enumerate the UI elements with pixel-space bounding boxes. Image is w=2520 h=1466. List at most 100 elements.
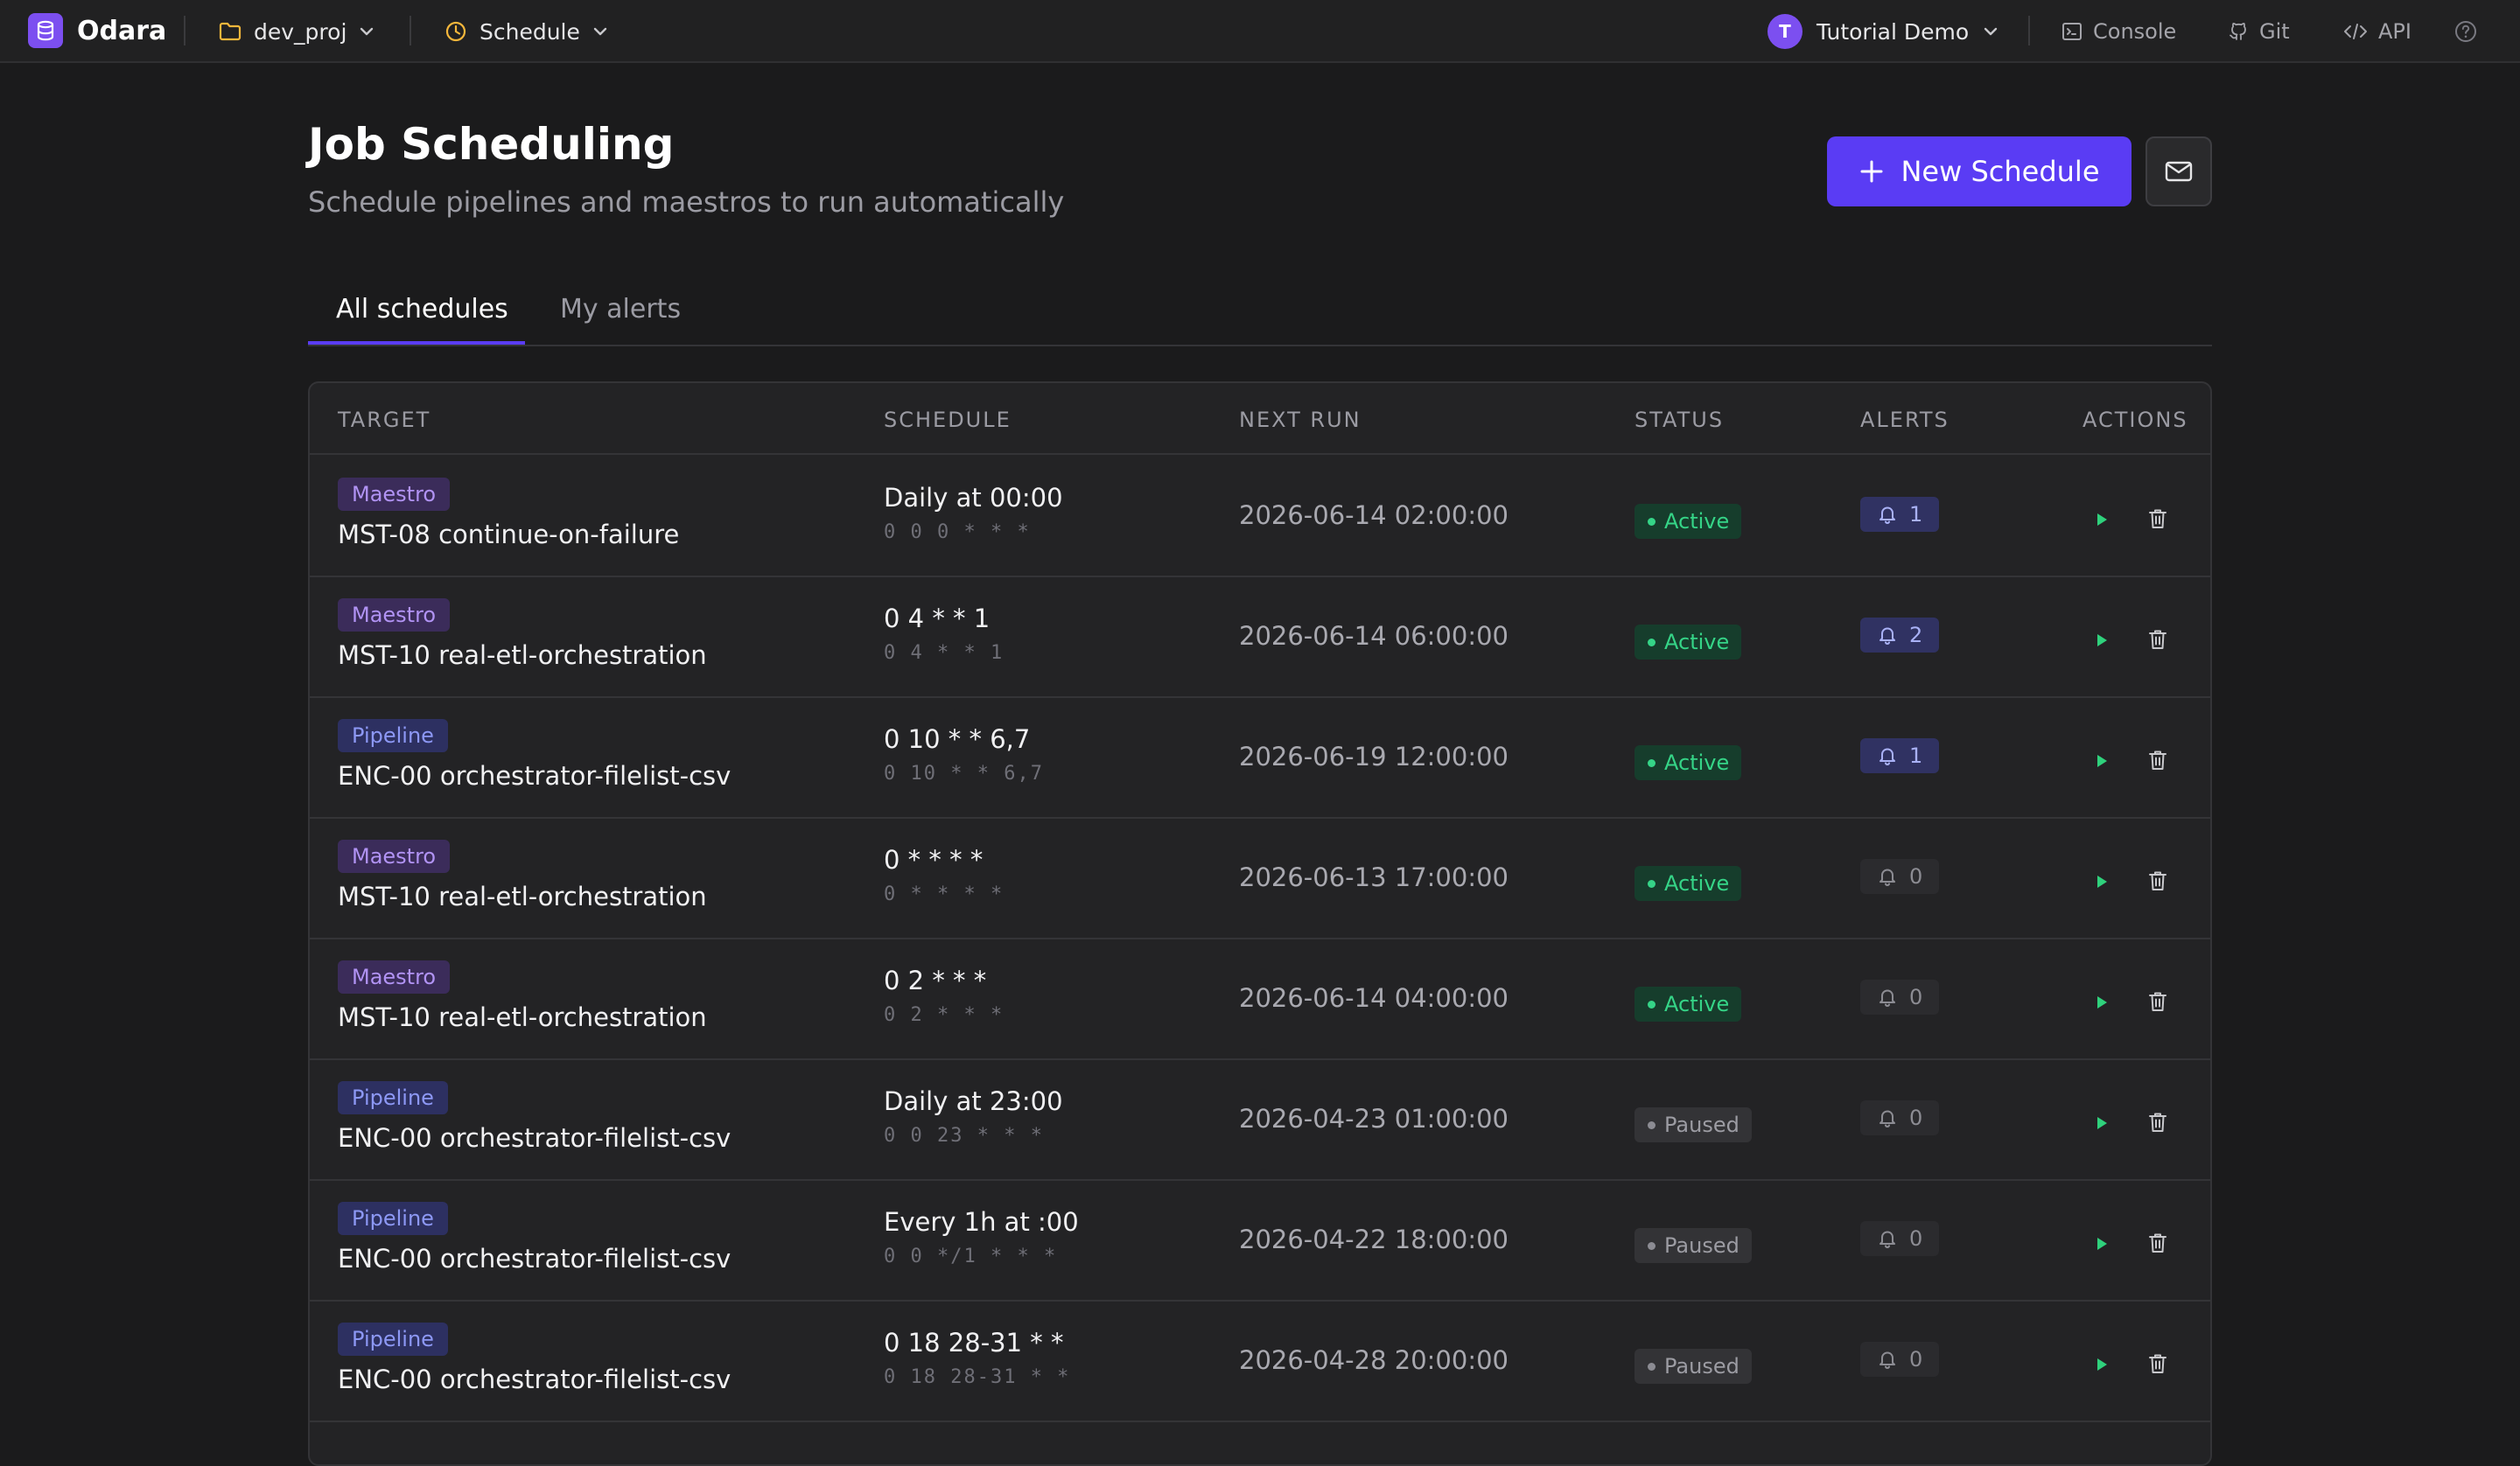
trash-icon bbox=[2147, 1352, 2168, 1375]
play-icon bbox=[2093, 631, 2110, 650]
status-badge[interactable]: Active bbox=[1634, 987, 1742, 1022]
delete-button[interactable] bbox=[2144, 625, 2172, 654]
status-badge[interactable]: Paused bbox=[1634, 1228, 1752, 1263]
status-badge[interactable]: Paused bbox=[1634, 1349, 1752, 1384]
tab-all-schedules[interactable]: All schedules bbox=[336, 294, 508, 325]
target-name[interactable]: ENC-00 orchestrator-filelist-csv bbox=[338, 1123, 731, 1153]
table-row[interactable]: Pipeline ENC-00 orchestrator-filelist-csv… bbox=[310, 1181, 2210, 1302]
status-badge[interactable]: Active bbox=[1634, 745, 1742, 780]
status-badge[interactable]: Paused bbox=[1634, 1107, 1752, 1142]
alert-count: 0 bbox=[1909, 1226, 1923, 1251]
delete-button[interactable] bbox=[2144, 987, 2172, 1016]
status-badge[interactable]: Active bbox=[1634, 866, 1742, 901]
target-type-badge: Pipeline bbox=[338, 1202, 448, 1235]
bell-icon bbox=[1878, 745, 1897, 766]
next-run-time: 2026-04-22 18:00:00 bbox=[1239, 1225, 1508, 1254]
bell-icon bbox=[1878, 987, 1897, 1008]
table-row[interactable]: Maestro MST-08 continue-on-failure Daily a… bbox=[310, 457, 2210, 577]
mail-button[interactable] bbox=[2146, 136, 2212, 206]
user-menu[interactable]: T Tutorial Demo bbox=[1768, 12, 1998, 51]
new-schedule-button[interactable]: New Schedule bbox=[1827, 136, 2132, 206]
column-header-next-run[interactable]: NEXT RUN bbox=[1239, 408, 1362, 432]
table-row[interactable]: Pipeline ENC-00 orchestrator-filelist-csv… bbox=[310, 1060, 2210, 1181]
chevron-down-icon bbox=[592, 26, 608, 37]
trash-icon bbox=[2147, 628, 2168, 651]
table-row[interactable]: Pipeline ENC-00 orchestrator-filelist-csv… bbox=[310, 1302, 2210, 1422]
delete-button[interactable] bbox=[2144, 1349, 2172, 1379]
trash-icon bbox=[2147, 507, 2168, 530]
divider bbox=[184, 16, 186, 45]
status-badge[interactable]: Active bbox=[1634, 504, 1742, 539]
delete-button[interactable] bbox=[2144, 745, 2172, 775]
database-icon bbox=[28, 13, 63, 48]
alerts-button[interactable]: 0 bbox=[1860, 1100, 1939, 1135]
table-row[interactable]: Maestro MST-10 real-etl-orchestration 0 4 … bbox=[310, 577, 2210, 698]
console-link[interactable]: Console bbox=[2062, 16, 2176, 47]
target-type-badge: Pipeline bbox=[338, 719, 448, 752]
schedule-label: 0 18 28-31 * * bbox=[884, 1328, 1064, 1358]
delete-button[interactable] bbox=[2144, 504, 2172, 534]
target-name[interactable]: MST-10 real-etl-orchestration bbox=[338, 1002, 707, 1032]
git-link[interactable]: Git bbox=[2228, 16, 2290, 47]
target-name[interactable]: MST-10 real-etl-orchestration bbox=[338, 640, 707, 670]
column-header-schedule[interactable]: SCHEDULE bbox=[884, 408, 1012, 432]
alerts-button[interactable]: 0 bbox=[1860, 1342, 1939, 1377]
column-header-status[interactable]: STATUS bbox=[1634, 408, 1724, 432]
help-button[interactable] bbox=[2454, 16, 2478, 47]
schedule-label: Every 1h at :00 bbox=[884, 1207, 1079, 1237]
play-icon bbox=[2093, 1234, 2110, 1253]
table-row[interactable]: Pipeline ENC-00 orchestrator-filelist-csv… bbox=[310, 698, 2210, 819]
mail-icon bbox=[2164, 159, 2194, 184]
project-name: dev_proj bbox=[254, 18, 347, 45]
table-row[interactable]: Maestro MST-10 real-etl-orchestration 0 2 … bbox=[310, 939, 2210, 1060]
schedule-label: Daily at 23:00 bbox=[884, 1086, 1063, 1116]
next-run-time: 2026-06-14 06:00:00 bbox=[1239, 621, 1508, 651]
target-name[interactable]: MST-10 real-etl-orchestration bbox=[338, 882, 707, 911]
run-now-button[interactable] bbox=[2088, 1230, 2116, 1258]
run-now-button[interactable] bbox=[2088, 1109, 2116, 1137]
trash-icon bbox=[2147, 1232, 2168, 1254]
active-tab-indicator bbox=[308, 341, 525, 345]
bell-icon bbox=[1878, 1228, 1897, 1249]
cron-expression: 0 0 23 * * * bbox=[884, 1125, 1044, 1147]
terminal-icon bbox=[2062, 22, 2082, 41]
target-name[interactable]: MST-08 continue-on-failure bbox=[338, 520, 679, 549]
delete-button[interactable] bbox=[2144, 866, 2172, 896]
tab-my-alerts[interactable]: My alerts bbox=[560, 294, 681, 325]
column-header-alerts[interactable]: ALERTS bbox=[1860, 408, 1950, 432]
column-header-target[interactable]: TARGET bbox=[338, 408, 430, 432]
target-name[interactable]: ENC-00 orchestrator-filelist-csv bbox=[338, 1365, 731, 1394]
section-selector[interactable]: Schedule bbox=[444, 14, 608, 49]
delete-button[interactable] bbox=[2144, 1228, 2172, 1258]
play-icon bbox=[2093, 1355, 2110, 1374]
delete-button[interactable] bbox=[2144, 1107, 2172, 1137]
alerts-button[interactable]: 1 bbox=[1860, 738, 1939, 773]
target-type-badge: Maestro bbox=[338, 960, 451, 994]
alerts-button[interactable]: 1 bbox=[1860, 497, 1939, 532]
alerts-button[interactable]: 0 bbox=[1860, 859, 1939, 894]
run-now-button[interactable] bbox=[2088, 988, 2116, 1016]
target-name[interactable]: ENC-00 orchestrator-filelist-csv bbox=[338, 761, 731, 791]
schedule-label: 0 10 * * 6,7 bbox=[884, 724, 1031, 754]
console-label: Console bbox=[2093, 19, 2177, 44]
new-schedule-label: New Schedule bbox=[1900, 155, 2100, 188]
run-now-button[interactable] bbox=[2088, 747, 2116, 775]
target-name[interactable]: ENC-00 orchestrator-filelist-csv bbox=[338, 1244, 731, 1274]
play-icon bbox=[2093, 510, 2110, 529]
run-now-button[interactable] bbox=[2088, 868, 2116, 896]
alert-count: 0 bbox=[1909, 1347, 1923, 1372]
brand[interactable]: Odara bbox=[28, 13, 166, 48]
run-now-button[interactable] bbox=[2088, 506, 2116, 534]
run-now-button[interactable] bbox=[2088, 626, 2116, 654]
api-link[interactable]: API bbox=[2343, 16, 2412, 47]
alerts-button[interactable]: 2 bbox=[1860, 618, 1939, 653]
next-run-time: 2026-06-14 04:00:00 bbox=[1239, 983, 1508, 1013]
play-icon bbox=[2093, 1113, 2110, 1133]
alerts-button[interactable]: 0 bbox=[1860, 1221, 1939, 1256]
table-row[interactable]: Maestro MST-10 real-etl-orchestration 0 * … bbox=[310, 819, 2210, 939]
alerts-button[interactable]: 0 bbox=[1860, 980, 1939, 1015]
status-badge[interactable]: Active bbox=[1634, 625, 1742, 660]
play-icon bbox=[2093, 993, 2110, 1012]
project-selector[interactable]: dev_proj bbox=[219, 14, 374, 49]
run-now-button[interactable] bbox=[2088, 1351, 2116, 1379]
